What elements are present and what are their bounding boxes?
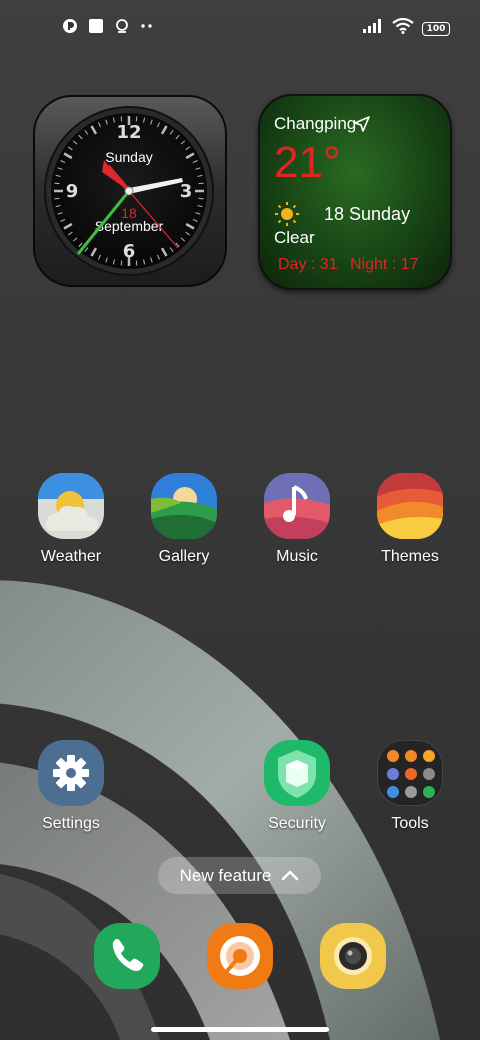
dock-phone[interactable] (94, 923, 160, 989)
weather-city: Changping (274, 114, 357, 133)
battery-icon: 100 (422, 21, 450, 36)
clock-numeral-9: 9 (66, 181, 79, 202)
clock-minute-tick (135, 260, 138, 266)
new-feature-label: New feature (179, 865, 272, 885)
clock-day: Sunday (105, 149, 152, 165)
weather-temperature: 21° (274, 138, 341, 187)
app-label: Music (276, 548, 318, 565)
location-arrow-icon (354, 116, 370, 137)
clock-numeral-3: 3 (180, 181, 193, 202)
weather-day-temp: Day : 31 (278, 256, 338, 273)
app-music[interactable]: Music (247, 473, 347, 566)
clock-minute-tick (120, 260, 123, 266)
status-bar: 100 (0, 0, 480, 56)
signal-icon (362, 18, 384, 39)
new-feature-button[interactable]: New feature (158, 857, 321, 894)
clock-numeral-12: 12 (116, 122, 141, 143)
app-label: Themes (381, 548, 439, 565)
app-settings[interactable]: Settings (21, 740, 121, 833)
app-label: Gallery (158, 548, 210, 565)
chevron-up-icon (281, 866, 299, 886)
clock-minute-tick (198, 182, 204, 185)
dock-browser[interactable] (207, 923, 273, 989)
app-label: Tools (391, 815, 429, 832)
clock-minute-tick (198, 197, 204, 200)
app-label: Security (268, 815, 326, 832)
location-pin-icon (114, 18, 130, 39)
app-label: Settings (42, 815, 100, 832)
clock-minute-tick (135, 116, 138, 122)
clock-minute-tick (54, 197, 60, 200)
wifi-icon (392, 17, 414, 39)
home-indicator[interactable] (151, 1027, 329, 1032)
app-label: Weather (40, 548, 102, 565)
weather-condition: Clear (274, 228, 315, 247)
analog-clock-widget[interactable]: 12 3 6 9 Sunday 18 September (32, 94, 228, 288)
app-tools[interactable]: Tools (360, 740, 460, 833)
browser-icon (207, 923, 273, 989)
clock-minute-tick (54, 182, 60, 185)
phone-icon (94, 923, 160, 989)
gallery-icon (151, 473, 217, 539)
weather-icon (38, 473, 104, 539)
app-weather[interactable]: Weather (21, 473, 121, 566)
app-gallery[interactable]: Gallery (134, 473, 234, 566)
square-notification-icon (88, 18, 104, 39)
camera-icon (320, 923, 386, 989)
app-security[interactable]: Security (247, 740, 347, 833)
dock-camera[interactable] (320, 923, 386, 989)
themes-icon (377, 473, 443, 539)
clock-numeral-6: 6 (123, 241, 136, 262)
clock-minute-tick (120, 116, 123, 122)
folder-icon (377, 740, 443, 806)
notification-app-icon (62, 18, 78, 39)
shield-icon (264, 740, 330, 806)
battery-level: 100 (426, 23, 446, 34)
weather-night-temp: Night : 17 (350, 256, 419, 273)
gear-icon (38, 740, 104, 806)
more-dots-icon (140, 18, 154, 39)
weather-date: 18 Sunday (324, 204, 411, 224)
app-themes[interactable]: Themes (360, 473, 460, 566)
music-icon (264, 473, 330, 539)
weather-widget[interactable]: Changping 21° 18 Sunday Clear Day : 31 N… (258, 94, 452, 290)
